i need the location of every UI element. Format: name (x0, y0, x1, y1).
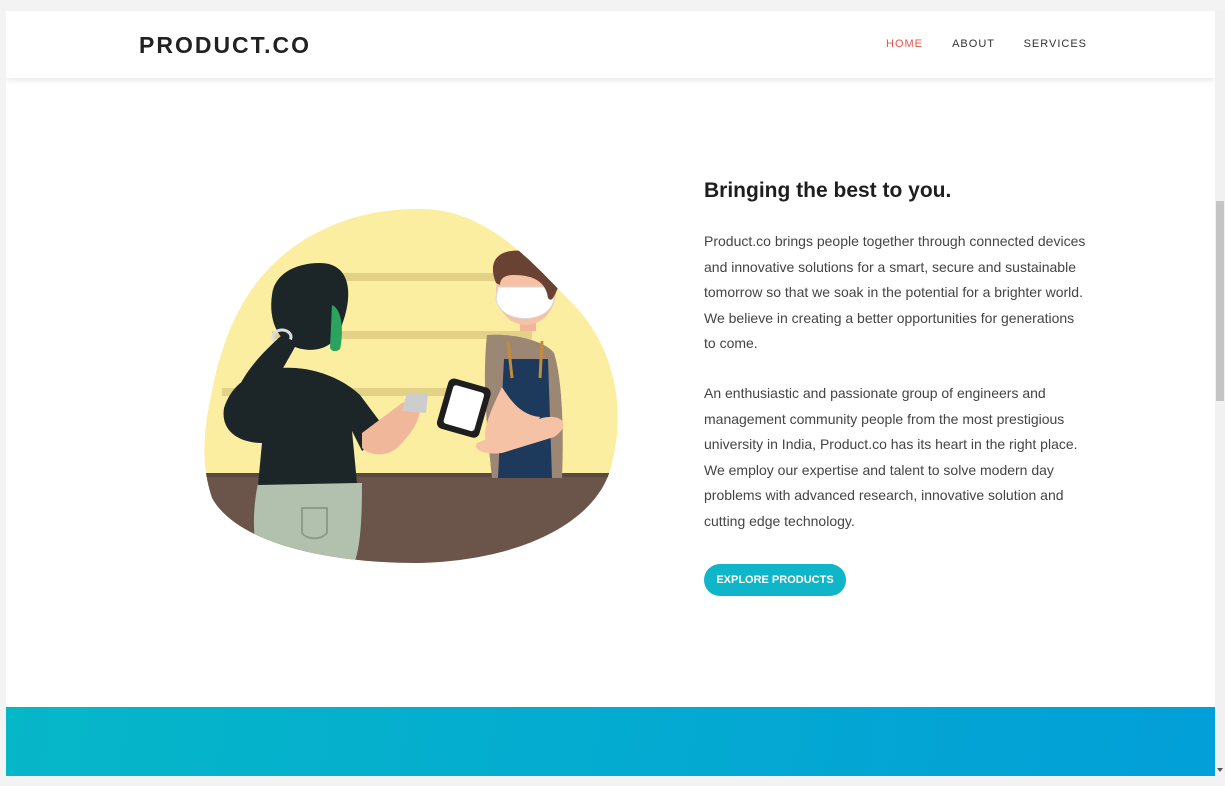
scroll-down-arrow-icon[interactable] (1217, 768, 1223, 772)
shop-payment-illustration (204, 208, 618, 563)
page-scrollbar[interactable] (1215, 11, 1225, 776)
nav-about-link[interactable]: ABOUT (952, 38, 995, 50)
top-navbar: PRODUCT.CO HOME ABOUT SERVICES (6, 11, 1215, 78)
brand-logo[interactable]: PRODUCT.CO (139, 32, 311, 59)
explore-products-button[interactable]: EXPLORE PRODUCTS (704, 564, 846, 596)
section-heading: Bringing the best to you. (704, 179, 952, 202)
about-paragraph-1: Product.co brings people together throug… (704, 233, 1086, 351)
nav-services-link[interactable]: SERVICES (1024, 38, 1087, 50)
page: PRODUCT.CO HOME ABOUT SERVICES Bringing … (6, 11, 1215, 776)
about-paragraph-2: An enthusiastic and passionate group of … (704, 385, 1078, 529)
scrollbar-thumb[interactable] (1216, 201, 1224, 401)
gradient-footer-band (6, 707, 1215, 776)
nav-home-link[interactable]: HOME (886, 38, 923, 50)
